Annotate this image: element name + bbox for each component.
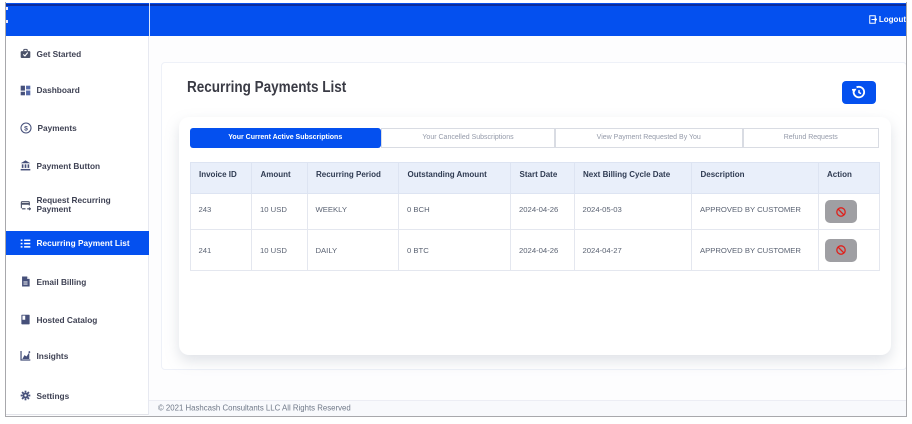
svg-text:$: $	[24, 125, 28, 132]
